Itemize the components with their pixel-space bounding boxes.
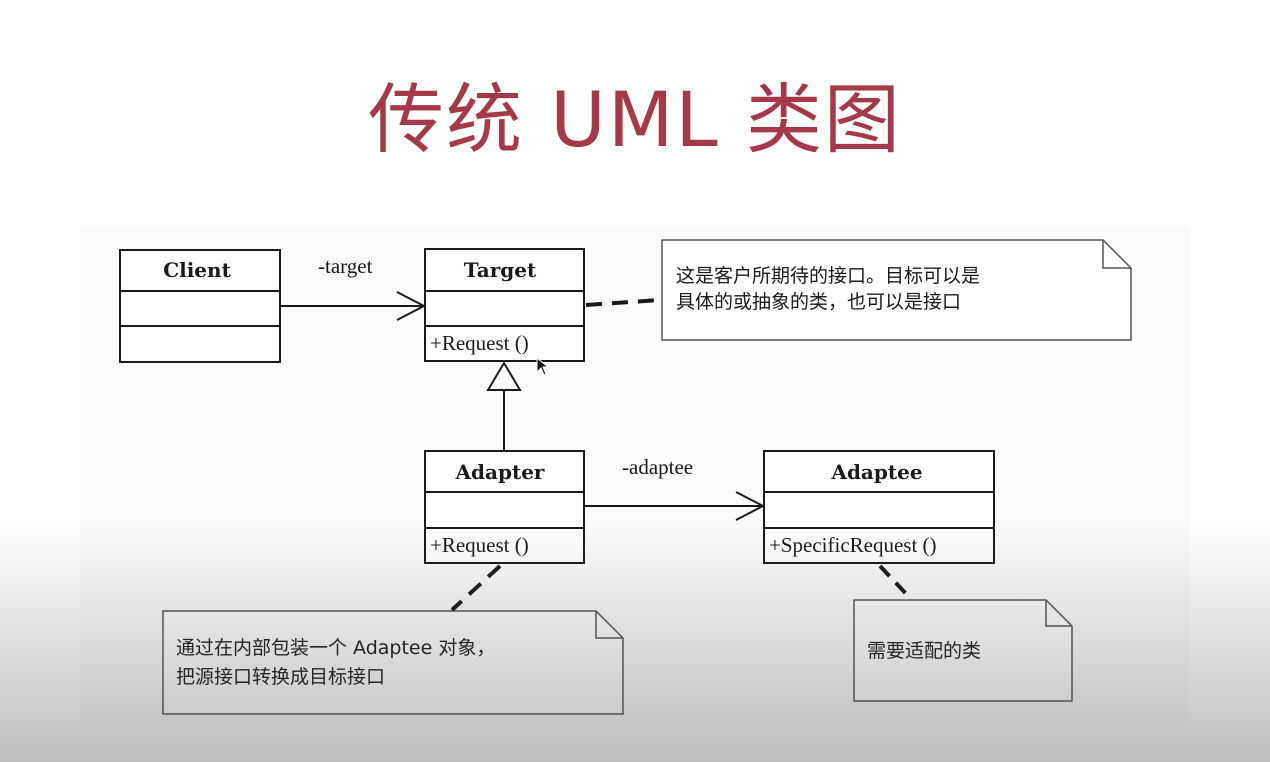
generalization-arrow xyxy=(486,361,522,451)
adaptee-method: +SpecificRequest () xyxy=(769,533,937,557)
note-connector-target xyxy=(585,298,661,307)
mouse-cursor-icon xyxy=(536,357,550,376)
client-class-name: Client xyxy=(163,258,231,282)
association-client-target: -target xyxy=(280,254,427,321)
note-connector-adapter xyxy=(450,564,502,612)
note-target-line-2: 具体的或抽象的类，也可以是接口 xyxy=(676,291,961,313)
adapter-method: +Request () xyxy=(430,533,529,557)
target-method: +Request () xyxy=(430,331,529,355)
uml-class-diagram: Client Target +Request () Adapter +Reque… xyxy=(119,239,1132,715)
note-target: 这是客户所期待的接口。目标可以是 具体的或抽象的类，也可以是接口 xyxy=(661,239,1132,341)
class-adapter[interactable]: Adapter +Request () xyxy=(424,450,585,564)
note-adapter: 通过在内部包装一个 Adaptee 对象， 把源接口转换成目标接口 xyxy=(162,610,624,715)
association-label-adaptee: -adaptee xyxy=(622,455,693,479)
class-adaptee[interactable]: Adaptee +SpecificRequest () xyxy=(763,450,995,564)
target-class-name: Target xyxy=(464,258,537,282)
note-adaptee-line-1: 需要适配的类 xyxy=(867,640,981,662)
association-label-target: -target xyxy=(318,254,373,278)
note-adaptee: 需要适配的类 xyxy=(853,599,1073,702)
class-target[interactable]: Target +Request () xyxy=(424,248,585,362)
adaptee-class-name: Adaptee xyxy=(830,460,922,484)
note-target-line-1: 这是客户所期待的接口。目标可以是 xyxy=(676,265,980,287)
association-adapter-adaptee: -adaptee xyxy=(584,455,766,521)
class-client[interactable]: Client xyxy=(119,249,281,363)
note-connector-adaptee xyxy=(878,564,912,600)
adapter-class-name: Adapter xyxy=(455,460,545,484)
note-adapter-line-2: 把源接口转换成目标接口 xyxy=(176,666,385,688)
note-adapter-line-1: 通过在内部包装一个 Adaptee 对象， xyxy=(176,637,495,659)
